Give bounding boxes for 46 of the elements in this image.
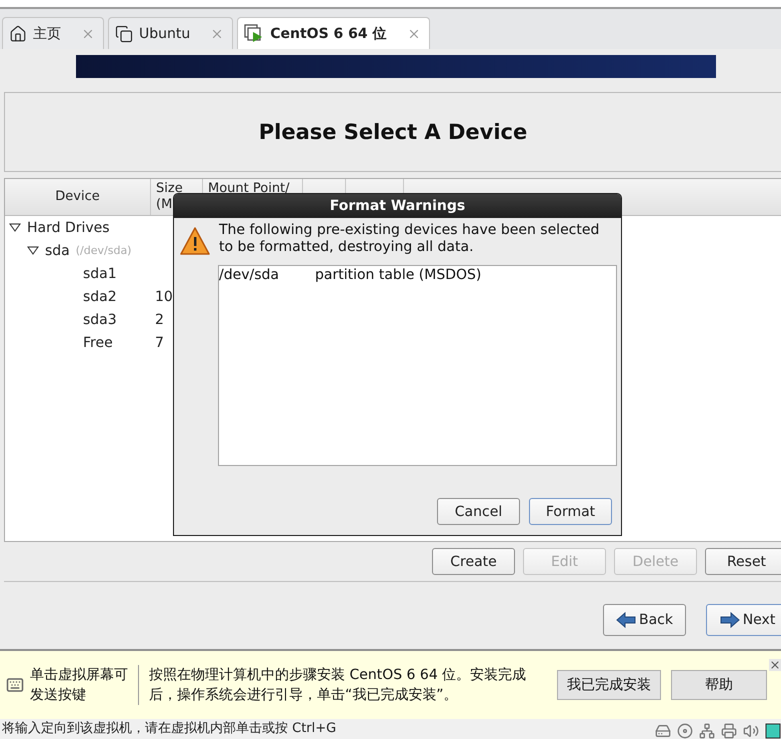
running-vm-icon [244, 24, 264, 44]
device-name: Free [83, 334, 113, 350]
list-description: partition table (MSDOS) [315, 267, 482, 283]
close-icon[interactable] [769, 659, 781, 671]
dialog-message: The following pre-existing devices have been selected to be formatted, destroying all data. [219, 222, 600, 256]
page-heading: Please Select A Device [258, 120, 528, 144]
printer-icon[interactable] [721, 723, 737, 739]
next-button[interactable]: Next [706, 604, 781, 636]
window-icon [115, 24, 133, 42]
size-cell: 2 [155, 312, 164, 328]
device-path: (/dev/sda) [76, 244, 132, 257]
warning-icon [179, 226, 211, 256]
status-square-icon [765, 723, 781, 739]
back-button[interactable]: Back [603, 604, 686, 636]
action-button[interactable]: Create [432, 548, 515, 575]
device-name: sda [45, 242, 70, 258]
left-arrow-icon [616, 612, 636, 628]
tab[interactable]: Ubuntu [108, 17, 234, 49]
disc-icon[interactable] [677, 723, 693, 739]
hint-button[interactable]: 我已完成安装 [557, 670, 661, 700]
tab[interactable]: CentOS 6 64 位 [237, 17, 430, 49]
hint-button[interactable]: 帮助 [671, 670, 767, 700]
dialog-button[interactable]: Cancel [437, 498, 520, 525]
action-button[interactable]: Reset [705, 548, 781, 575]
speaker-icon[interactable] [743, 723, 759, 739]
install-hint: 按照在物理计算机中的步骤安装 CentOS 6 64 位。安装完成后，操作系统会进行引导，单击“我已完成安装”。 [149, 666, 528, 705]
status-text: 将输入定向到该虚拟机，请在虚拟机内部单击或按 Ctrl+G [2, 721, 336, 736]
list-device: /dev/sda [219, 267, 280, 283]
keyboard-icon [6, 676, 24, 694]
device-name: sda1 [83, 266, 117, 282]
dialog-title: Format Warnings [174, 194, 621, 218]
device-name: sda2 [83, 288, 117, 304]
expander-icon[interactable] [27, 246, 39, 256]
device-name: Hard Drives [27, 220, 110, 236]
network-icon[interactable] [699, 723, 715, 739]
hard-drive-icon[interactable] [655, 723, 671, 739]
device-name: sda3 [83, 312, 117, 328]
keyboard-hint: 单击虚拟屏幕可发送按键 [30, 665, 139, 705]
column-header[interactable]: Device [5, 179, 151, 215]
tab[interactable]: 主页 [2, 17, 104, 49]
size-cell: 10 [155, 288, 173, 304]
size-cell: 7 [155, 334, 164, 350]
expander-icon[interactable] [9, 222, 21, 232]
home-icon [9, 24, 27, 42]
right-arrow-icon [720, 612, 740, 628]
dialog-button[interactable]: Format [529, 498, 612, 525]
